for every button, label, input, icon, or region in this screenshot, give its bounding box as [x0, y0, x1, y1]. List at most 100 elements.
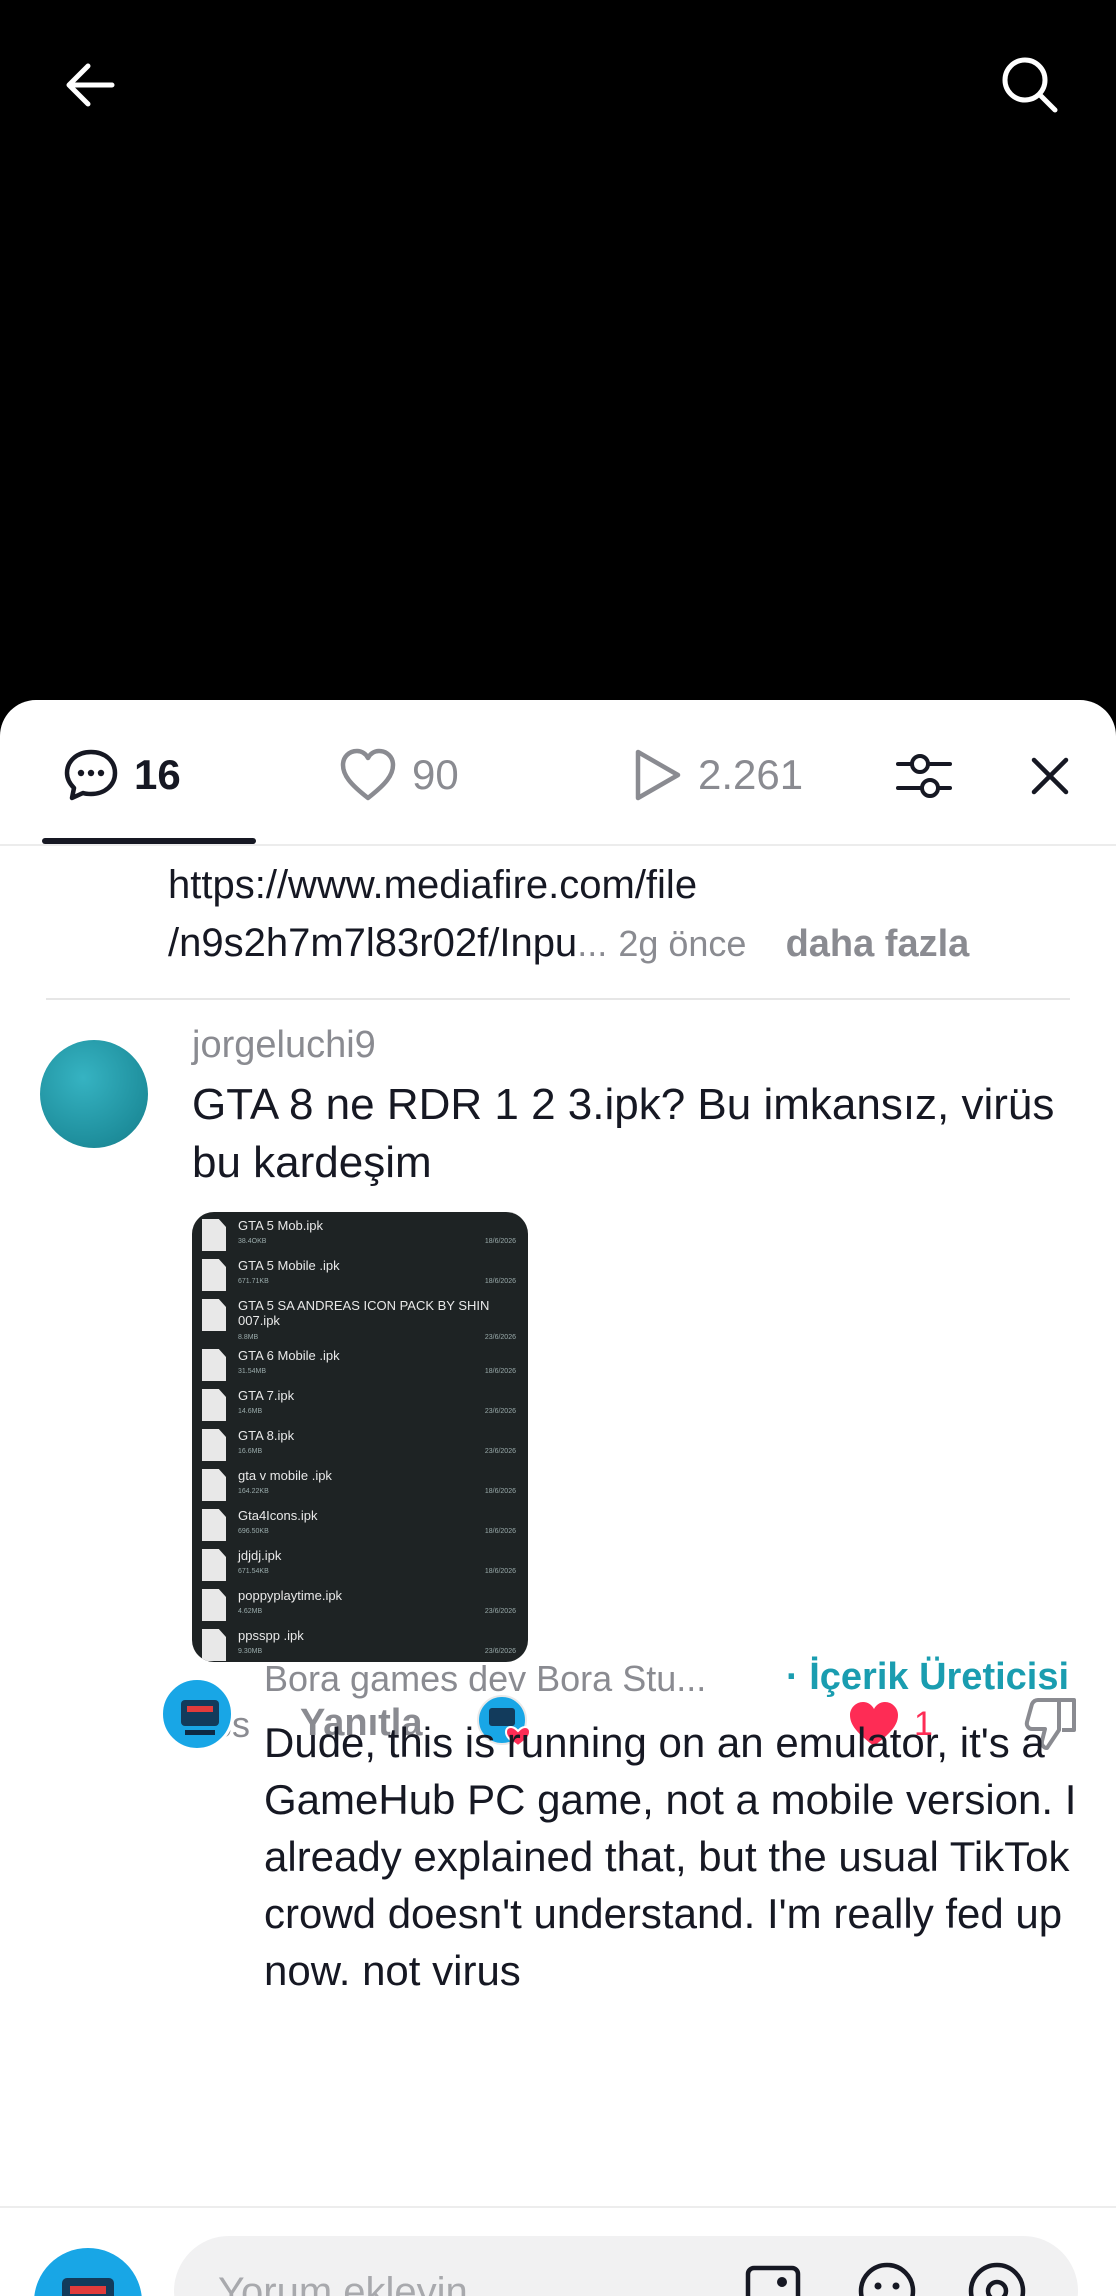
back-arrow-icon: [66, 63, 115, 107]
file-size: 4.62MB: [238, 1608, 263, 1615]
comment-image[interactable]: GTA 5 Mob.ipk 38.4OKB 18/6/2026 GTA 5 Mobi…: [192, 1212, 528, 1662]
file-icon: [202, 1299, 226, 1331]
file-name: GTA 8.ipk: [238, 1428, 295, 1443]
file-icon: [202, 1469, 226, 1501]
file-row: GTA 8.ipk 16.6MB 23/6/2026: [202, 1426, 528, 1466]
file-date: 23/6/2026: [484, 1334, 516, 1341]
creator-avatar[interactable]: [160, 1677, 234, 1751]
comment-composer: [0, 2206, 1116, 2296]
file-size: 31.54MB: [238, 1368, 267, 1375]
file-icon: [202, 1549, 226, 1581]
file-name: poppyplaytime.ipk: [238, 1588, 343, 1603]
file-icon: [202, 1429, 226, 1461]
avatar[interactable]: [40, 1040, 148, 1148]
back-button[interactable]: [50, 45, 130, 125]
file-name: GTA 5 SA ANDREAS ICON PACK BY SHIN 007.i…: [238, 1298, 490, 1328]
file-date: 23/6/2026: [484, 1608, 516, 1615]
close-icon: [1031, 757, 1069, 795]
creator-badge: · İçerik Üreticisi: [786, 1656, 1070, 1698]
file-row: ppsspp .ipk 9.30MB 23/6/2026: [202, 1626, 528, 1662]
close-button[interactable]: [1010, 736, 1090, 816]
comments-sheet: 16 90 2.261 https://www.mediafire.com/fi…: [0, 700, 1116, 2296]
file-icon: [202, 1219, 226, 1251]
emoji-icon: [858, 2262, 916, 2296]
play-icon: [635, 749, 681, 801]
file-name: Gta4Icons.ipk: [238, 1508, 318, 1523]
file-icon: [202, 1259, 226, 1291]
file-icon: [202, 1589, 226, 1621]
file-name: ppsspp .ipk: [238, 1628, 304, 1643]
file-icon: [202, 1389, 226, 1421]
search-button[interactable]: [990, 45, 1070, 125]
file-row: GTA 7.ipk 14.6MB 23/6/2026: [202, 1386, 528, 1426]
previous-comment-url-line1[interactable]: https://www.mediafire.com/file: [168, 856, 1088, 914]
tab-likes[interactable]: 90: [338, 740, 459, 810]
mention-button[interactable]: [964, 2258, 1030, 2296]
search-icon: [1002, 57, 1058, 113]
filter-sliders-icon: [896, 754, 952, 798]
file-size: 696.50KB: [238, 1528, 269, 1535]
file-row: Gta4Icons.ipk 696.50KB 18/6/2026: [202, 1506, 528, 1546]
file-size: 9.30MB: [238, 1648, 263, 1655]
reply-username[interactable]: Bora games dev Bora Stu...: [264, 1658, 706, 1700]
file-size: 671.54KB: [238, 1568, 269, 1575]
file-date: 23/6/2026: [484, 1648, 516, 1655]
file-icon: [202, 1629, 226, 1661]
file-name: GTA 5 Mobile .ipk: [238, 1258, 340, 1273]
tab-comments[interactable]: 16: [62, 740, 181, 810]
at-icon: [968, 2262, 1026, 2296]
tab-views[interactable]: 2.261: [628, 740, 803, 810]
file-row: gta v mobile .ipk 164.22KB 18/6/2026: [202, 1466, 528, 1506]
heart-icon: [340, 748, 396, 801]
filter-button[interactable]: [884, 736, 964, 816]
reply-text: Dude, this is running on an emulator, it…: [264, 1719, 1077, 1994]
file-name: gta v mobile .ipk: [238, 1468, 332, 1483]
comment-input[interactable]: [218, 2262, 738, 2296]
file-row: poppyplaytime.ipk 4.62MB 23/6/2026: [202, 1586, 528, 1626]
comment-bubble-icon: [64, 749, 118, 801]
my-avatar: [34, 2248, 142, 2296]
views-count: 2.261: [698, 751, 804, 798]
comment-text: GTA 8 ne RDR 1 2 3.ipk? Bu imkansız, vir…: [192, 1080, 1055, 1187]
previous-comment-text: https://www.mediafire.com/file /n9s2h7m7…: [168, 856, 1088, 973]
file-date: 18/6/2026: [484, 1528, 516, 1535]
file-row: GTA 5 Mobile .ipk 671.71KB 18/6/2026: [202, 1256, 528, 1296]
file-name: jdjdj.ipk: [238, 1548, 282, 1563]
emoji-button[interactable]: [854, 2258, 920, 2296]
file-icon: [202, 1349, 226, 1381]
file-date: 18/6/2026: [484, 1278, 516, 1285]
comment-tabs: 16 90 2.261: [0, 700, 1116, 846]
see-more-link[interactable]: daha fazla: [786, 923, 970, 965]
image-icon: [745, 2265, 801, 2296]
video-area: [0, 0, 1116, 700]
previous-comment-time: 2g önce: [618, 923, 747, 964]
file-date: 18/6/2026: [484, 1238, 516, 1245]
file-date: 23/6/2026: [484, 1448, 516, 1455]
file-date: 18/6/2026: [484, 1568, 516, 1575]
comment-username[interactable]: jorgeluchi9: [192, 1024, 376, 1067]
file-icon: [202, 1509, 226, 1541]
comment-list[interactable]: https://www.mediafire.com/file /n9s2h7m7…: [0, 846, 1116, 2206]
file-size: 16.6MB: [238, 1448, 263, 1455]
file-row: GTA 5 SA ANDREAS ICON PACK BY SHIN 007.i…: [202, 1296, 528, 1346]
previous-comment-url-line2[interactable]: /n9s2h7m7l83r02f/Inpu: [168, 921, 577, 965]
file-name: GTA 5 Mob.ipk: [238, 1218, 324, 1233]
file-row: jdjdj.ipk 671.54KB 18/6/2026: [202, 1546, 528, 1586]
file-size: 671.71KB: [238, 1278, 269, 1285]
file-date: 23/6/2026: [484, 1408, 516, 1415]
previous-comment-ellipsis: ...: [577, 923, 608, 964]
file-date: 18/6/2026: [484, 1488, 516, 1495]
likes-count: 90: [412, 751, 459, 798]
comments-count: 16: [134, 751, 181, 798]
file-size: 8.8MB: [238, 1334, 259, 1341]
file-size: 164.22KB: [238, 1488, 269, 1495]
file-name: GTA 6 Mobile .ipk: [238, 1348, 340, 1363]
file-row: GTA 5 Mob.ipk 38.4OKB 18/6/2026: [202, 1216, 528, 1256]
image-button[interactable]: [740, 2258, 806, 2296]
file-size: 38.4OKB: [238, 1238, 267, 1245]
file-row: GTA 6 Mobile .ipk 31.54MB 18/6/2026: [202, 1346, 528, 1386]
active-tab-indicator: [42, 838, 256, 844]
file-date: 18/6/2026: [484, 1368, 516, 1375]
comment-input-container[interactable]: [174, 2236, 1078, 2296]
divider: [46, 998, 1070, 1000]
